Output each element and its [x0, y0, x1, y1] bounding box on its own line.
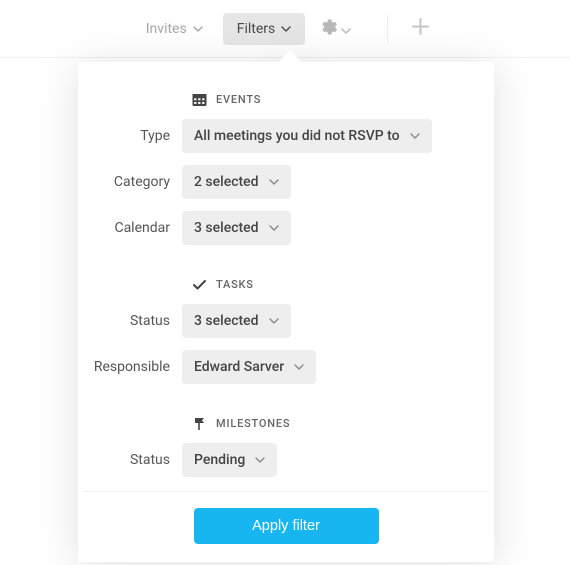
popover-body: EVENTS Type All meetings you did not RSV… [78, 62, 494, 562]
chevron-down-icon [294, 364, 304, 370]
calendar-dropdown[interactable]: 3 selected [182, 211, 291, 245]
category-row: Category 2 selected [78, 165, 494, 199]
category-value: 2 selected [194, 174, 259, 190]
filters-label: Filters [237, 21, 276, 37]
tasks-status-value: 3 selected [194, 313, 259, 329]
plus-icon [412, 18, 429, 39]
invites-label: Invites [146, 21, 187, 37]
calendar-value: 3 selected [194, 220, 259, 236]
apply-filter-button[interactable]: Apply filter [194, 508, 379, 544]
events-section-header: EVENTS [192, 92, 494, 107]
milestones-status-value: Pending [194, 452, 245, 468]
chevron-down-icon [269, 179, 279, 185]
chevron-down-icon [193, 26, 203, 32]
responsible-label: Responsible [78, 359, 182, 375]
responsible-row: Responsible Edward Sarver [78, 350, 494, 384]
milestone-icon [192, 416, 207, 431]
chevron-down-icon [281, 26, 291, 32]
filters-button[interactable]: Filters [223, 13, 306, 45]
chevron-down-icon [341, 19, 351, 38]
category-label: Category [78, 174, 182, 190]
tasks-title: TASKS [216, 278, 254, 291]
tasks-status-dropdown[interactable]: 3 selected [182, 304, 291, 338]
invites-button[interactable]: Invites [132, 13, 217, 45]
tasks-section-header: TASKS [192, 277, 494, 292]
chevron-down-icon [255, 457, 265, 463]
events-title: EVENTS [216, 93, 261, 106]
calendar-icon [192, 92, 207, 107]
add-button[interactable] [402, 11, 438, 47]
type-value: All meetings you did not RSVP to [194, 128, 400, 144]
chevron-down-icon [269, 225, 279, 231]
milestones-title: MILESTONES [216, 417, 290, 430]
milestones-status-row: Status Pending [78, 443, 494, 477]
type-label: Type [78, 128, 182, 144]
check-icon [192, 277, 207, 292]
responsible-dropdown[interactable]: Edward Sarver [182, 350, 316, 384]
footer: Apply filter [78, 492, 494, 562]
toolbar-divider [387, 15, 388, 43]
tasks-status-label: Status [78, 313, 182, 329]
responsible-value: Edward Sarver [194, 359, 284, 375]
tasks-status-row: Status 3 selected [78, 304, 494, 338]
milestones-status-label: Status [78, 452, 182, 468]
chevron-down-icon [410, 133, 420, 139]
calendar-row: Calendar 3 selected [78, 211, 494, 245]
apply-label: Apply filter [252, 518, 320, 534]
gear-icon [321, 19, 337, 39]
type-dropdown[interactable]: All meetings you did not RSVP to [182, 119, 432, 153]
settings-button[interactable] [311, 11, 361, 47]
toolbar: Invites Filters [0, 0, 570, 58]
calendar-label: Calendar [78, 220, 182, 236]
milestones-status-dropdown[interactable]: Pending [182, 443, 277, 477]
filters-popover: EVENTS Type All meetings you did not RSV… [78, 52, 494, 562]
chevron-down-icon [269, 318, 279, 324]
milestones-section-header: MILESTONES [192, 416, 494, 431]
category-dropdown[interactable]: 2 selected [182, 165, 291, 199]
type-row: Type All meetings you did not RSVP to [78, 119, 494, 153]
